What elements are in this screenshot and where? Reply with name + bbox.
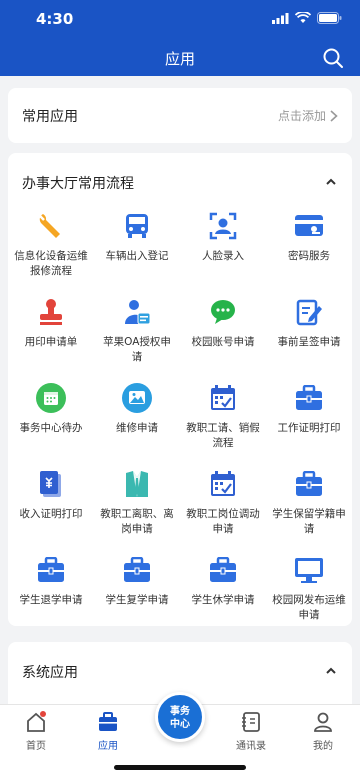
chevron-up-icon[interactable] xyxy=(324,664,338,678)
document-icon xyxy=(40,471,61,497)
app-item[interactable]: 事前呈签申请 xyxy=(266,297,352,383)
calendar-icon xyxy=(36,383,66,413)
contacts-icon xyxy=(242,712,260,732)
common-apps-card[interactable]: 常用应用 点击添加 xyxy=(8,88,352,143)
hall-processes-card: 办事大厅常用流程 信息化设备运维报修流程 车辆出入登记 人脸录入 密码服务 用印… xyxy=(8,153,352,626)
app-label: 校园网发布运维申请 xyxy=(272,594,346,621)
app-item[interactable]: 收入证明打印 xyxy=(8,469,94,555)
app-label: 教职工请、销假流程 xyxy=(186,422,260,449)
app-item[interactable]: 车辆出入登记 xyxy=(94,211,180,297)
briefcase-icon xyxy=(296,385,322,410)
page-title: 应用 xyxy=(164,50,195,68)
app-item[interactable]: 学生休学申请 xyxy=(180,555,266,641)
tab-apps[interactable]: 应用 xyxy=(78,711,138,752)
edit-doc-icon xyxy=(296,299,322,326)
service-center-button[interactable]: 事务 中心 xyxy=(155,692,205,742)
app-label: 校园账号申请 xyxy=(191,336,255,348)
app-label: 收入证明打印 xyxy=(19,508,83,520)
briefcase-icon xyxy=(210,557,236,582)
service-center-line2: 中心 xyxy=(170,719,190,730)
app-label: 信息化设备运维报修流程 xyxy=(14,250,88,277)
system-indicators xyxy=(272,12,342,24)
section-title: 办事大厅常用流程 xyxy=(22,176,134,192)
calendar-check-icon xyxy=(211,471,235,496)
add-common-app-button[interactable]: 点击添加 xyxy=(278,107,338,124)
app-label: 事务中心待办 xyxy=(19,422,83,434)
app-item[interactable]: 校园网发布运维申请 xyxy=(266,555,352,641)
nav-bar: 应用 xyxy=(0,40,360,76)
app-label: 教职工岗位调动申请 xyxy=(186,508,260,535)
briefcase-icon xyxy=(124,557,150,582)
app-label: 苹果OA授权申请 xyxy=(103,336,171,363)
app-label: 工作证明打印 xyxy=(277,422,341,434)
shirt-icon xyxy=(126,471,148,497)
search-icon[interactable] xyxy=(322,47,344,69)
tab-home[interactable]: 首页 xyxy=(6,711,66,752)
face-scan-icon xyxy=(209,212,237,240)
chevron-right-icon xyxy=(330,109,338,122)
app-item[interactable]: 密码服务 xyxy=(266,211,352,297)
app-label: 车辆出入登记 xyxy=(105,250,169,262)
app-label: 用印申请单 xyxy=(24,336,78,348)
tab-label: 通讯录 xyxy=(236,741,266,752)
app-grid: 信息化设备运维报修流程 车辆出入登记 人脸录入 密码服务 用印申请单 苹果OA授… xyxy=(8,211,352,641)
calendar-check-icon xyxy=(211,385,235,410)
app-label: 密码服务 xyxy=(288,250,330,262)
app-label: 教职工离职、离岗申请 xyxy=(100,508,174,535)
app-item[interactable]: 工作证明打印 xyxy=(266,383,352,469)
section-title: 系统应用 xyxy=(22,665,78,681)
app-item[interactable]: 学生保留学籍申请 xyxy=(266,469,352,555)
user-card-icon xyxy=(125,300,151,325)
app-item[interactable]: 学生退学申请 xyxy=(8,555,94,641)
app-item[interactable]: 校园账号申请 xyxy=(180,297,266,383)
person-icon xyxy=(314,712,332,732)
tab-label: 应用 xyxy=(98,741,118,752)
app-item[interactable]: 人脸录入 xyxy=(180,211,266,297)
app-item[interactable]: 信息化设备运维报修流程 xyxy=(8,211,94,297)
image-icon xyxy=(122,383,152,413)
service-center-line1: 事务 xyxy=(170,706,190,717)
app-item[interactable]: 维修申请 xyxy=(94,383,180,469)
tab-label: 首页 xyxy=(26,741,46,752)
tab-me[interactable]: 我的 xyxy=(293,711,353,752)
app-label: 学生复学申请 xyxy=(105,594,169,606)
signal-icon xyxy=(272,12,289,24)
app-item[interactable]: 教职工离职、离岗申请 xyxy=(94,469,180,555)
battery-icon xyxy=(317,12,342,24)
app-item[interactable]: 事务中心待办 xyxy=(8,383,94,469)
app-label: 学生保留学籍申请 xyxy=(272,508,346,535)
tab-contacts[interactable]: 通讯录 xyxy=(221,711,281,752)
app-item[interactable]: 教职工请、销假流程 xyxy=(180,383,266,469)
home-icon xyxy=(27,711,46,732)
monitor-icon xyxy=(295,558,323,583)
status-time: 4:30 xyxy=(36,10,74,28)
common-apps-title: 常用应用 xyxy=(22,109,78,125)
app-label: 维修申请 xyxy=(116,422,158,434)
add-common-app-label: 点击添加 xyxy=(277,109,326,123)
wrench-icon xyxy=(39,214,60,238)
app-label: 人脸录入 xyxy=(202,250,244,262)
wifi-icon xyxy=(295,12,311,23)
status-bar: 4:30 xyxy=(0,0,360,40)
app-item[interactable]: 学生复学申请 xyxy=(94,555,180,641)
briefcase-icon xyxy=(99,712,117,731)
app-item[interactable]: 教职工岗位调动申请 xyxy=(180,469,266,555)
chat-icon xyxy=(211,300,235,324)
chevron-up-icon[interactable] xyxy=(324,175,338,189)
app-item[interactable]: 用印申请单 xyxy=(8,297,94,383)
app-label: 学生退学申请 xyxy=(19,594,83,606)
home-indicator xyxy=(114,765,246,770)
app-label: 学生休学申请 xyxy=(191,594,255,606)
app-item[interactable]: 苹果OA授权申请 xyxy=(94,297,180,383)
card-icon xyxy=(295,215,323,236)
stamp-icon xyxy=(40,299,62,325)
briefcase-icon xyxy=(38,557,64,582)
app-label: 事前呈签申请 xyxy=(277,336,341,348)
tab-label: 我的 xyxy=(313,741,333,752)
briefcase-icon xyxy=(296,471,322,496)
car-icon xyxy=(126,214,148,238)
